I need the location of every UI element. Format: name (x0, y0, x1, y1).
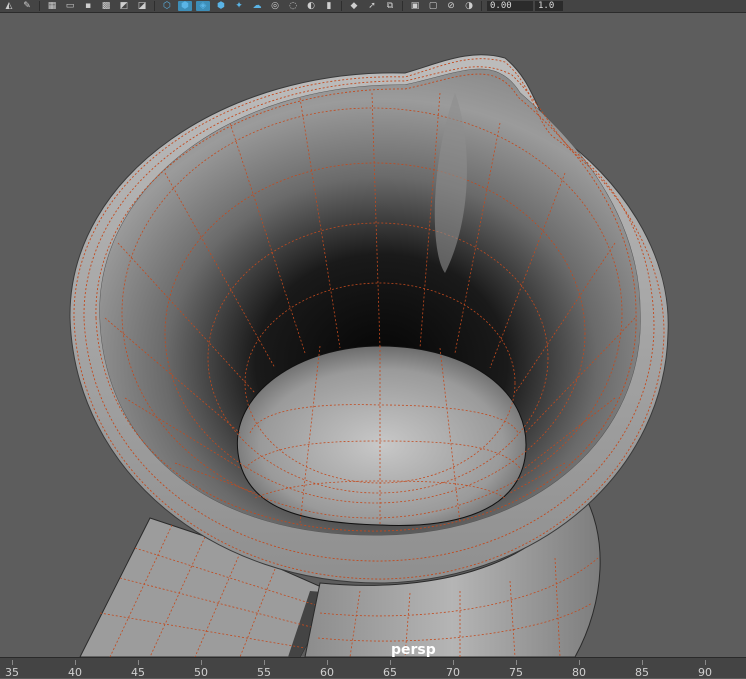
timeline-tick (264, 660, 265, 665)
safe-action-icon[interactable]: ◩ (117, 1, 131, 11)
toolbar-separator (341, 1, 342, 11)
textured-icon[interactable]: ⬢ (214, 1, 228, 11)
xray-joints-icon[interactable]: ◌ (286, 1, 300, 11)
pencil-icon[interactable]: ✎ (20, 1, 34, 11)
timeline-tick-label: 80 (572, 666, 586, 679)
timeline-tick-label: 40 (68, 666, 82, 679)
timeline-tick-label: 45 (131, 666, 145, 679)
toolbar-separator (402, 1, 403, 11)
resolution-gate-icon[interactable]: ▪ (81, 1, 95, 11)
xray-icon[interactable]: ◎ (268, 1, 282, 11)
copy-icon[interactable]: ⧉ (383, 1, 397, 11)
field-chart-icon[interactable]: ▩ (99, 1, 113, 11)
timeline-tick-label: 65 (383, 666, 397, 679)
ambient-occlusion-icon[interactable]: ◐ (304, 1, 318, 11)
antialias-icon[interactable]: ▮ (322, 1, 336, 11)
safe-title-icon[interactable]: ◪ (135, 1, 149, 11)
timeline-tick (12, 660, 13, 665)
timeline-tick (642, 660, 643, 665)
wireframe-cube-icon[interactable]: ⬡ (160, 1, 174, 11)
timeline-tick (390, 660, 391, 665)
timeline-tick-label: 85 (635, 666, 649, 679)
timeline-tick-label: 55 (257, 666, 271, 679)
isolate-select-icon[interactable]: ◆ (347, 1, 361, 11)
exposure-icon[interactable]: ◑ (462, 1, 476, 11)
toolbar-separator (39, 1, 40, 11)
lighting-icon[interactable]: ✦ (232, 1, 246, 11)
gamma-field[interactable]: 1.0 (535, 1, 563, 11)
timeline-tick (579, 660, 580, 665)
timeline-tick (201, 660, 202, 665)
toolbar-separator (481, 1, 482, 11)
camera-name-label: persp (391, 642, 436, 657)
wireframe-on-shaded-icon[interactable]: ◈ (196, 1, 210, 11)
timeline-tick (453, 660, 454, 665)
perspective-viewport[interactable]: persp (0, 13, 746, 657)
grid-icon[interactable]: ▦ (45, 1, 59, 11)
timeline-tick (516, 660, 517, 665)
timeline-tick (138, 660, 139, 665)
camera-attributes-icon[interactable]: ▢ (426, 1, 440, 11)
film-gate-icon[interactable]: ▭ (63, 1, 77, 11)
timeline-tick (327, 660, 328, 665)
viewport-toolbar: ◭ ✎ ▦ ▭ ▪ ▩ ◩ ◪ ⬡ ⬢ ◈ ⬢ ✦ ☁ ◎ ◌ ◐ ▮ ◆ ➚ ⧉ ▣ ▢ ⊘ ◑ 0.00 1.0 (0, 0, 746, 13)
timeline-tick-label: 90 (698, 666, 712, 679)
timeline-tick (705, 660, 706, 665)
disable-icon[interactable]: ⊘ (444, 1, 458, 11)
timeline-tick-label: 50 (194, 666, 208, 679)
smooth-shade-cube-icon[interactable]: ⬢ (178, 1, 192, 11)
timeline-tick-label: 70 (446, 666, 460, 679)
shadows-icon[interactable]: ☁ (250, 1, 264, 11)
time-slider[interactable]: 35 40 45 50 55 60 65 70 75 80 85 90 (0, 657, 746, 679)
timeline-tick-label: 75 (509, 666, 523, 679)
timeline-tick (75, 660, 76, 665)
exposure-field[interactable]: 0.00 (487, 1, 533, 11)
polygon-select-icon[interactable]: ◭ (2, 1, 16, 11)
pitcher-model[interactable] (0, 13, 746, 657)
paste-icon[interactable]: ▣ (408, 1, 422, 11)
toolbar-separator (154, 1, 155, 11)
timeline-tick-label: 60 (320, 666, 334, 679)
cursor-icon[interactable]: ➚ (365, 1, 379, 11)
timeline-tick-label: 35 (5, 666, 19, 679)
